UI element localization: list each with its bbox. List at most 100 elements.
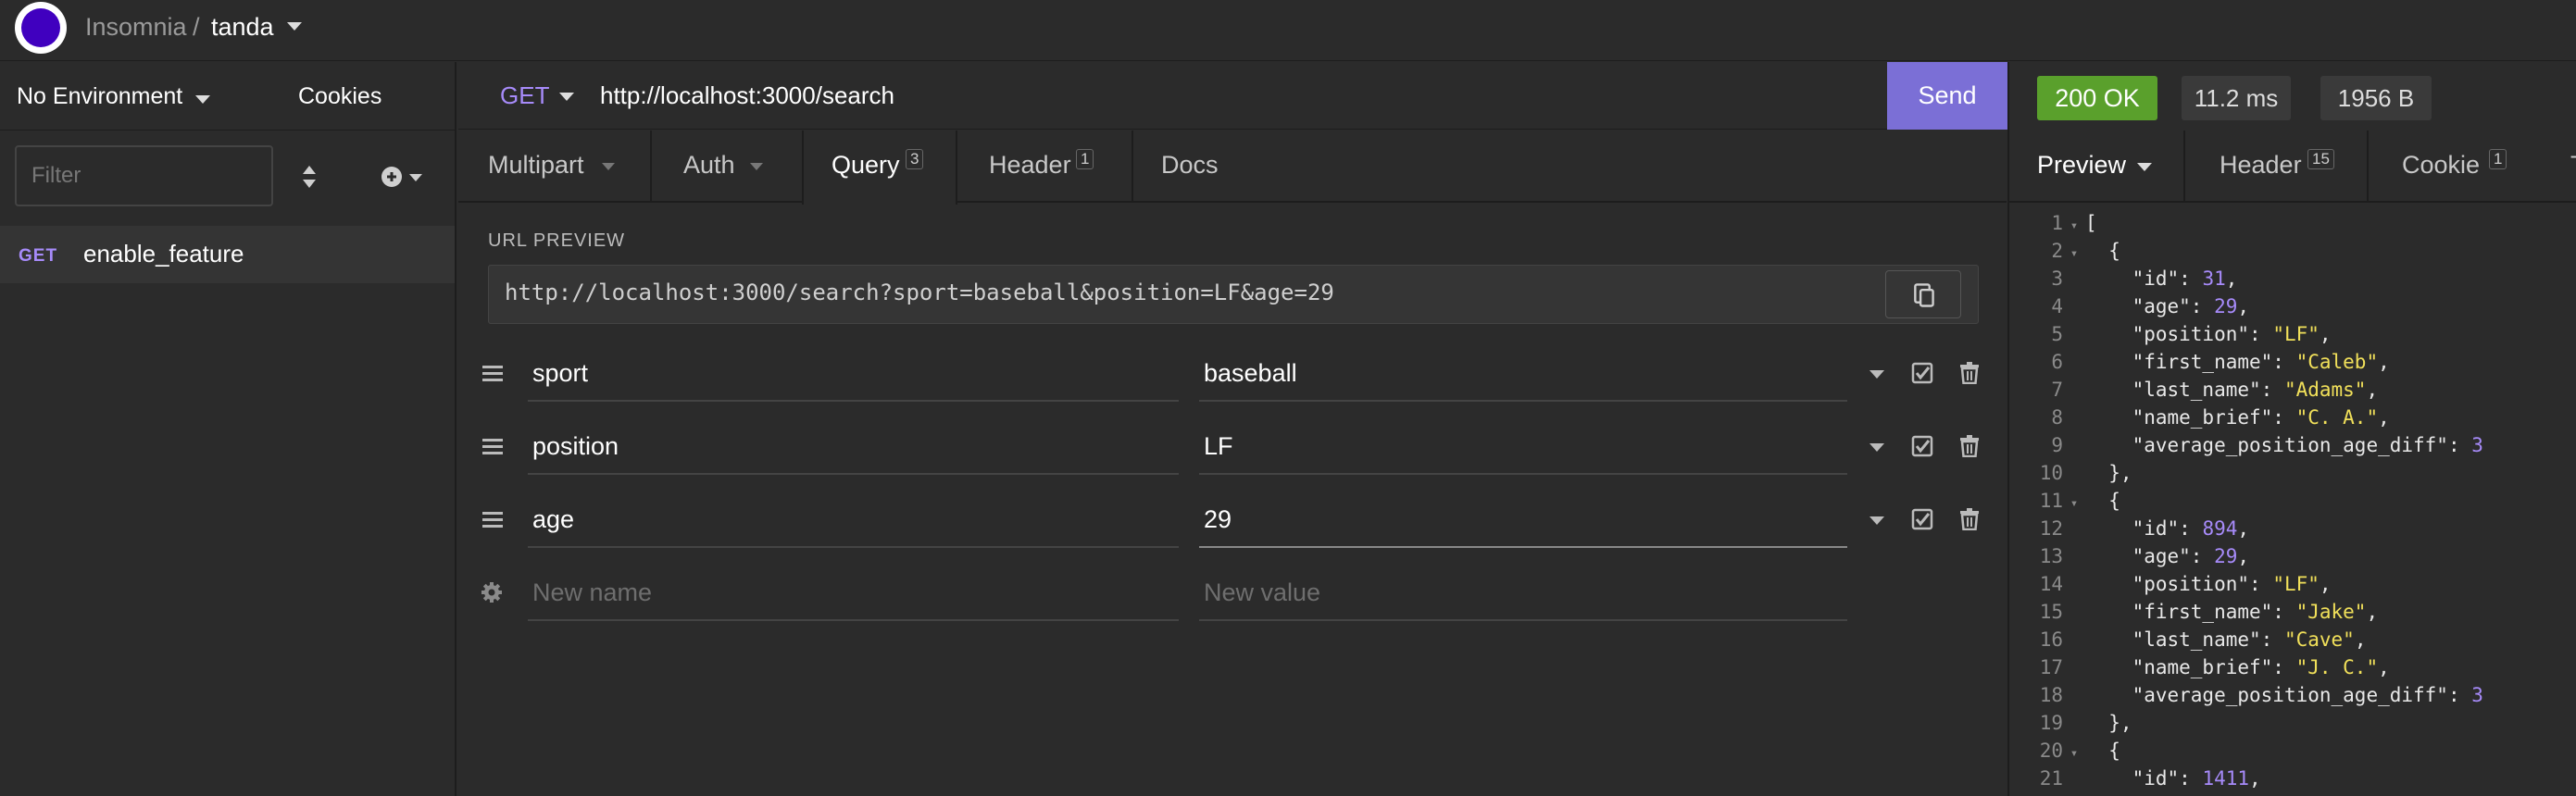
- json-key: "average_position_age_diff": [2132, 434, 2448, 456]
- checkbox-icon[interactable]: [1911, 362, 1933, 384]
- line-number: 4: [2051, 295, 2063, 317]
- caret-down-icon[interactable]: [1869, 443, 1884, 452]
- caret-down-icon[interactable]: [287, 22, 302, 31]
- json-value: "LF": [2272, 323, 2320, 345]
- line-number: 5: [2051, 323, 2063, 345]
- drag-handle-icon[interactable]: [482, 512, 503, 529]
- caret-down-icon[interactable]: [602, 163, 615, 170]
- json-value: 3: [2471, 434, 2483, 456]
- checkbox-icon[interactable]: [1911, 435, 1933, 457]
- code-text: },: [2085, 712, 2132, 734]
- code-line: 8 "name_brief": "C. A.",: [2009, 404, 2576, 431]
- add-circle-icon[interactable]: [380, 163, 428, 191]
- tab-query[interactable]: Query: [832, 151, 900, 180]
- trash-icon[interactable]: [1960, 508, 1979, 530]
- line-number: 6: [2051, 351, 2063, 373]
- line-number: 2: [2051, 240, 2063, 262]
- sort-icon[interactable]: [299, 163, 319, 191]
- checkbox-icon[interactable]: [1911, 508, 1933, 530]
- tab-header[interactable]: Header: [989, 151, 1071, 180]
- param-value-underline: [1199, 400, 1847, 402]
- line-number: 13: [2039, 545, 2063, 567]
- param-value-field[interactable]: baseball: [1204, 359, 1297, 388]
- json-value: 894: [2202, 517, 2238, 540]
- copy-icon[interactable]: [1885, 270, 1961, 318]
- code-line: 3 "id": 31,: [2009, 265, 2576, 292]
- code-line: 15 "first_name": "Jake",: [2009, 598, 2576, 626]
- json-value: "LF": [2272, 573, 2320, 595]
- filter-input[interactable]: [15, 145, 273, 206]
- trash-icon[interactable]: [1960, 435, 1979, 457]
- drag-handle-icon[interactable]: [482, 366, 503, 382]
- url-input[interactable]: http://localhost:3000/search: [600, 81, 894, 110]
- fold-toggle-icon[interactable]: ▾: [2063, 740, 2085, 767]
- caret-down-icon[interactable]: [2137, 163, 2152, 171]
- line-number: 3: [2051, 267, 2063, 290]
- json-key: "age": [2132, 545, 2191, 567]
- param-name-field[interactable]: age: [532, 505, 574, 534]
- json-value: 31: [2202, 267, 2226, 290]
- tab-response-cookie[interactable]: Cookie: [2402, 151, 2480, 180]
- tab-response-header[interactable]: Header: [2220, 151, 2302, 180]
- new-param-value-field[interactable]: New value: [1204, 578, 1320, 607]
- drag-handle-icon[interactable]: [482, 439, 503, 455]
- param-name-field[interactable]: position: [532, 432, 619, 461]
- json-key: "position": [2132, 323, 2250, 345]
- json-key: "last_name": [2132, 379, 2261, 401]
- environment-dropdown[interactable]: No Environment: [17, 83, 182, 110]
- tab-separator: [2367, 131, 2369, 203]
- trash-icon[interactable]: [1960, 362, 1979, 384]
- line-number: 12: [2039, 517, 2063, 540]
- tab-docs[interactable]: Docs: [1161, 151, 1219, 180]
- line-number: 10: [2039, 462, 2063, 484]
- fold-toggle-icon[interactable]: ▾: [2063, 212, 2085, 240]
- line-number: 8: [2051, 406, 2063, 429]
- status-badge: 200 OK: [2037, 76, 2157, 120]
- json-value: "J. C.": [2295, 656, 2379, 678]
- code-line: 5 "position": "LF",: [2009, 320, 2576, 348]
- code-line: 20 ▾ {: [2009, 737, 2576, 765]
- code-line: 1 ▾[: [2009, 209, 2576, 237]
- response-body-code: 1 ▾[2 ▾ {3 "id": 31, 4 "age": 29, 5 "positio…: [2009, 209, 2576, 796]
- new-param-name-field[interactable]: New name: [532, 578, 652, 607]
- caret-down-icon[interactable]: [195, 95, 210, 104]
- code-line: 12 "id": 894,: [2009, 515, 2576, 542]
- param-value-field[interactable]: 29: [1204, 505, 1232, 534]
- fold-toggle-icon[interactable]: ▾: [2063, 490, 2085, 517]
- caret-down-icon[interactable]: [1869, 370, 1884, 379]
- json-value: 1411: [2202, 767, 2250, 790]
- request-name[interactable]: enable_feature: [83, 240, 244, 268]
- url-preview-label: URL PREVIEW: [488, 230, 626, 251]
- fold-toggle-icon[interactable]: ▾: [2063, 240, 2085, 267]
- tab-timeline-clipped[interactable]: T: [2570, 151, 2576, 180]
- top-bar: [0, 0, 2576, 61]
- json-key: "average_position_age_diff": [2132, 684, 2448, 706]
- json-key: "id": [2132, 517, 2180, 540]
- caret-down-icon[interactable]: [750, 163, 763, 170]
- param-value-field[interactable]: LF: [1204, 432, 1233, 461]
- response-size-badge: 1956 B: [2320, 76, 2432, 120]
- param-name-field[interactable]: sport: [532, 359, 588, 388]
- param-value-underline: [1199, 473, 1847, 475]
- breadcrumb-app[interactable]: Insomnia: [85, 13, 187, 42]
- request-method-badge: GET: [19, 246, 58, 266]
- code-text: {: [2085, 240, 2120, 262]
- header-count-badge: 1: [1076, 149, 1094, 169]
- json-key: "age": [2132, 295, 2191, 317]
- method-dropdown[interactable]: GET: [500, 81, 549, 110]
- line-number: 19: [2039, 712, 2063, 734]
- tab-multipart[interactable]: Multipart: [488, 151, 584, 180]
- line-number: 21: [2039, 767, 2063, 790]
- breadcrumb-workspace[interactable]: tanda: [211, 13, 274, 42]
- caret-down-icon[interactable]: [559, 93, 574, 101]
- json-value: 3: [2471, 684, 2483, 706]
- tab-separator: [650, 131, 652, 203]
- caret-down-icon[interactable]: [1869, 516, 1884, 525]
- cookies-button[interactable]: Cookies: [298, 83, 381, 110]
- send-button[interactable]: Send: [1887, 62, 2007, 130]
- json-key: "name_brief": [2132, 406, 2273, 429]
- tab-auth[interactable]: Auth: [683, 151, 735, 180]
- tab-preview[interactable]: Preview: [2037, 151, 2126, 180]
- json-key: "position": [2132, 573, 2250, 595]
- gear-icon[interactable]: [481, 581, 503, 603]
